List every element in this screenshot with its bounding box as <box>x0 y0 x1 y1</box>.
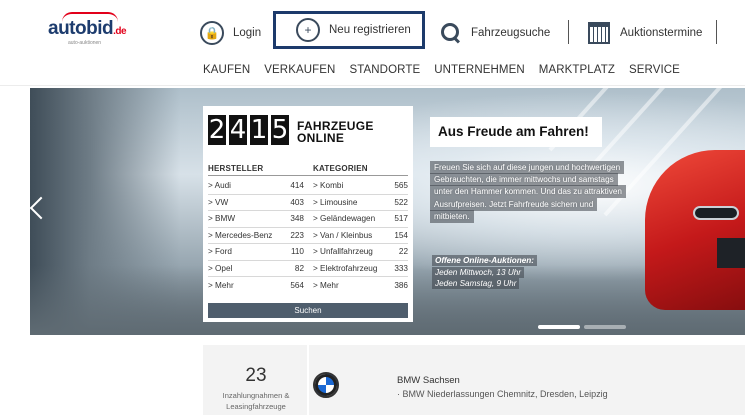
main-nav: KAUFEN VERKAUFEN STANDORTE UNTERNEHMEN M… <box>203 64 694 76</box>
make-link[interactable]: > VW <box>208 198 280 207</box>
search-button[interactable]: Suchen <box>208 303 408 318</box>
vehicle-search-link[interactable]: Fahrzeugsuche <box>440 18 550 48</box>
nav-kaufen[interactable]: KAUFEN <box>203 64 250 76</box>
bmw-logo-icon <box>313 372 339 398</box>
dealer-name: BMW Sachsen <box>397 375 460 386</box>
autobid-logo[interactable]: autobid.de auto-auktionen <box>48 12 134 46</box>
category-link[interactable]: > Kombi <box>313 181 386 190</box>
auction-dates-link[interactable]: Auktionstermine <box>588 18 702 48</box>
vehicle-count-label: Inzahlungnahmen & Leasingfahrzeuge <box>222 391 290 411</box>
stats-table: > Audi 414 > Kombi 565 > VW 403 > Limousine… <box>208 178 408 294</box>
category-link[interactable]: > Geländewagen <box>313 214 386 223</box>
counter-digit: 5 <box>271 115 289 145</box>
car-headlight <box>693 206 739 220</box>
make-link[interactable]: > Opel <box>208 264 280 273</box>
vehicle-search-label: Fahrzeugsuche <box>471 27 551 39</box>
search-icon <box>440 22 462 44</box>
login-label: Login <box>233 27 262 39</box>
table-row: > Mehr 564 > Mehr 386 <box>208 277 408 294</box>
category-link[interactable]: > Limousine <box>313 198 386 207</box>
auction-wednesday: Jeden Mittwoch, 13 Uhr <box>432 266 525 278</box>
promo-title: Aus Freude am Fahren! <box>438 124 589 139</box>
stats-divider <box>208 175 408 176</box>
auction-heading: Offene Online-Auktionen: <box>432 255 538 266</box>
red-car-image <box>645 150 745 310</box>
promo-description: Freuen Sie sich auf diese jungen und hoc… <box>430 161 626 223</box>
categories-heading: KATEGORIEN <box>313 164 368 173</box>
vehicles-label-line2: ONLINE <box>297 131 345 145</box>
make-count: 414 <box>290 181 304 191</box>
vehicle-count-card: 23 Inzahlungnahmen & Leasingfahrzeuge <box>203 345 309 415</box>
add-user-icon: + <box>296 18 320 42</box>
slider-dot-active[interactable] <box>538 325 580 329</box>
logo-tld: .de <box>113 26 127 37</box>
logo-text: autobid <box>48 18 114 39</box>
category-link[interactable]: > Mehr <box>313 281 386 290</box>
table-row: > Audi 414 > Kombi 565 <box>208 178 408 195</box>
category-count: 154 <box>394 230 408 240</box>
category-count: 522 <box>394 197 408 207</box>
make-count: 110 <box>290 247 304 257</box>
counter-digit: 1 <box>250 115 268 145</box>
table-row: > Mercedes-Benz 223 > Van / Kleinbus 154 <box>208 228 408 244</box>
nav-divider <box>0 85 745 86</box>
nav-verkaufen[interactable]: VERKAUFEN <box>264 64 335 76</box>
vehicles-online-label: FAHRZEUGE ONLINE <box>297 120 374 144</box>
calendar-icon <box>588 22 610 44</box>
lock-icon: 🔒 <box>200 21 224 45</box>
header-divider <box>568 20 569 44</box>
header-divider <box>716 20 717 44</box>
make-link[interactable]: > Ford <box>208 247 280 256</box>
slider-dot[interactable] <box>584 325 626 329</box>
table-row: > VW 403 > Limousine 522 <box>208 195 408 211</box>
category-count: 333 <box>394 263 408 273</box>
vehicle-count: 23 <box>245 365 267 386</box>
counter-digit: 4 <box>229 115 247 145</box>
make-count: 564 <box>290 280 304 290</box>
make-link[interactable]: > BMW <box>208 214 280 223</box>
make-count: 403 <box>290 197 304 207</box>
make-link[interactable]: > Audi <box>208 181 280 190</box>
nav-standorte[interactable]: STANDORTE <box>349 64 420 76</box>
promo-title-box: Aus Freude am Fahren! <box>430 117 602 147</box>
category-link[interactable]: > Unfallfahrzeug <box>313 247 386 256</box>
category-link[interactable]: > Van / Kleinbus <box>313 231 386 240</box>
nav-unternehmen[interactable]: UNTERNEHMEN <box>434 64 525 76</box>
make-count: 348 <box>290 214 304 224</box>
category-count: 565 <box>394 181 408 191</box>
category-link[interactable]: > Elektrofahrzeug <box>313 264 386 273</box>
table-row: > Ford 110 > Unfallfahrzeug 22 <box>208 244 408 261</box>
category-count: 517 <box>394 214 408 224</box>
auction-listing-card[interactable]: 23 Inzahlungnahmen & Leasingfahrzeuge BM… <box>203 345 745 415</box>
vehicle-counter: 2 4 1 5 <box>208 115 289 145</box>
register-label: Neu registrieren <box>329 24 411 36</box>
nav-service[interactable]: SERVICE <box>629 64 680 76</box>
nav-marktplatz[interactable]: MARKTPLATZ <box>539 64 615 76</box>
make-count: 223 <box>290 230 304 240</box>
table-row: > BMW 348 > Geländewagen 517 <box>208 211 408 228</box>
promo-text: Freuen Sie sich auf diese jungen und hoc… <box>430 161 626 223</box>
register-button[interactable]: + Neu registrieren <box>273 11 425 49</box>
vehicle-stats-box: 2 4 1 5 FAHRZEUGE ONLINE HERSTELLER KATE… <box>203 106 413 322</box>
logo-subtitle: auto-auktionen <box>68 40 102 46</box>
slider-pagination <box>538 325 626 329</box>
car-grille <box>717 238 745 268</box>
auction-saturday: Jeden Samstag, 9 Uhr <box>432 278 520 289</box>
online-auctions-info: Offene Online-Auktionen: Jeden Mittwoch,… <box>432 255 568 290</box>
category-count: 386 <box>394 280 408 290</box>
category-count: 22 <box>398 247 408 257</box>
login-link[interactable]: 🔒 Login <box>200 18 261 48</box>
makes-heading: HERSTELLER <box>208 164 264 173</box>
auction-dates-label: Auktionstermine <box>620 27 703 39</box>
dealer-locations: · BMW Niederlassungen Chemnitz, Dresden,… <box>397 389 608 399</box>
table-row: > Opel 82 > Elektrofahrzeug 333 <box>208 261 408 277</box>
make-count: 82 <box>294 263 304 273</box>
make-link[interactable]: > Mercedes-Benz <box>208 231 280 240</box>
counter-digit: 2 <box>208 115 226 145</box>
make-link[interactable]: > Mehr <box>208 281 280 290</box>
top-header: autobid.de auto-auktionen 🔒 Login + Neu … <box>0 0 745 60</box>
